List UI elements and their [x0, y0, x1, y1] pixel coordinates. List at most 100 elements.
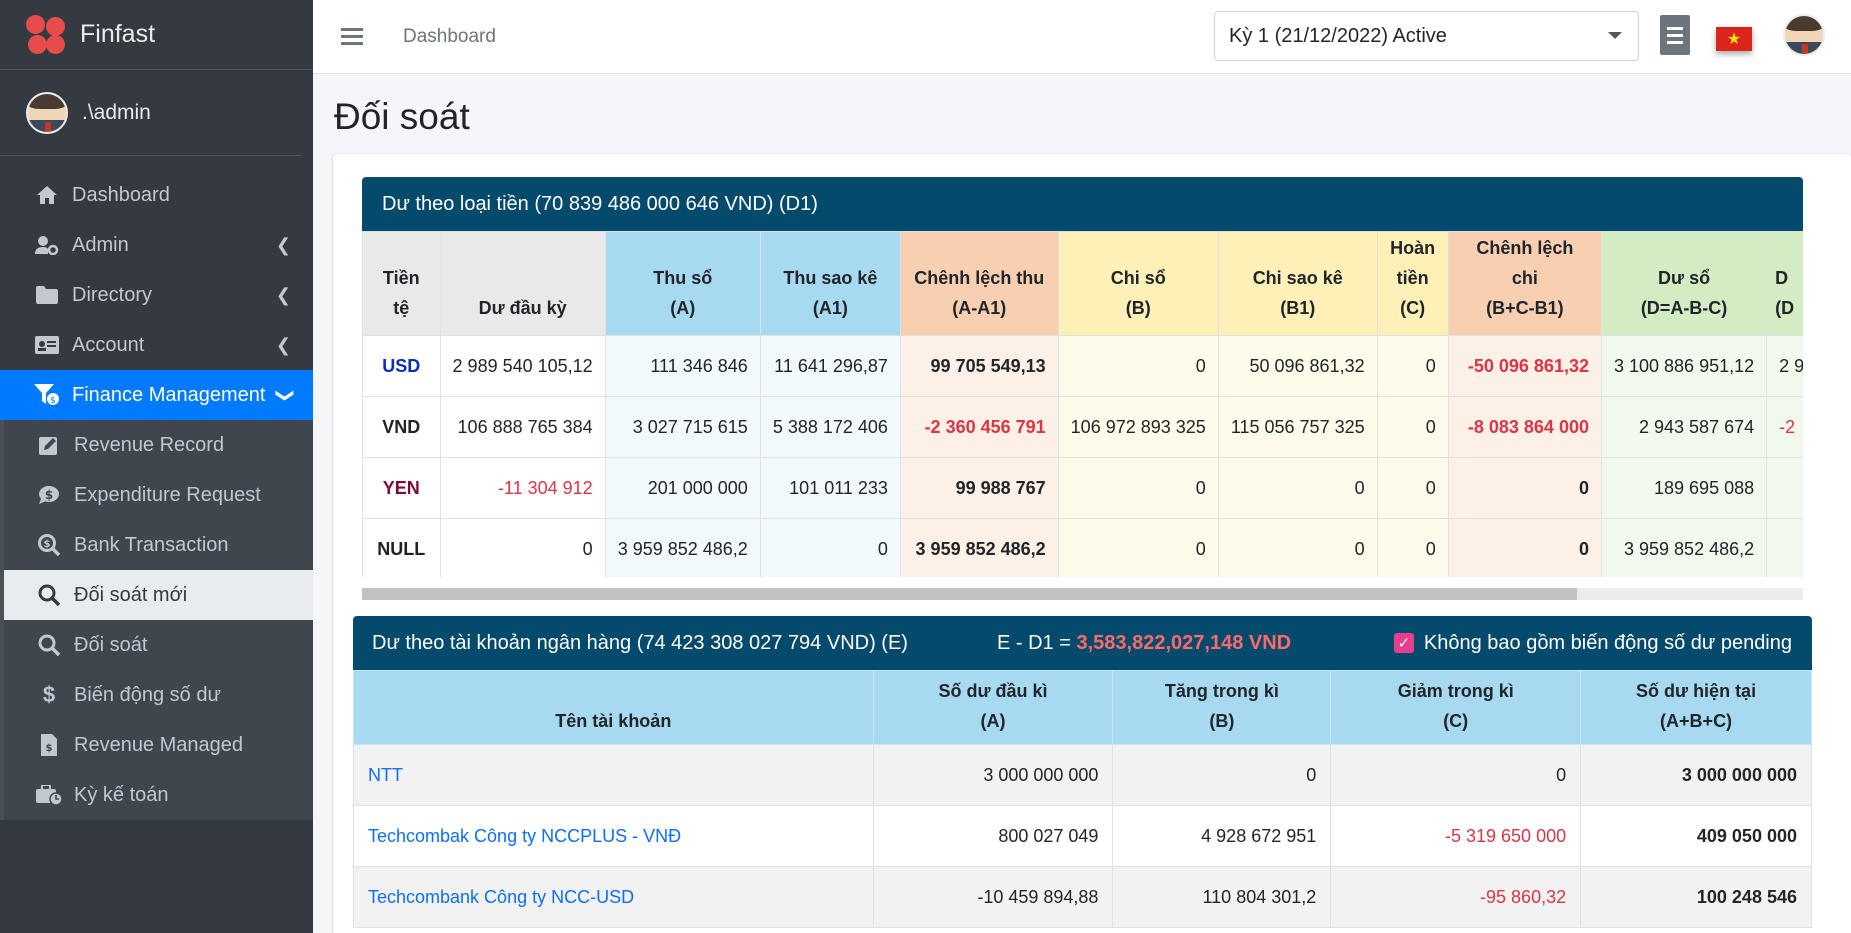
caret-down-icon — [1608, 32, 1622, 39]
col-header-hoan-tien: Hoàn tiền (C) — [1376, 231, 1449, 336]
currency-row-null: NULL 0 3 959 852 486,2 0 3 959 852 486,2… — [362, 518, 1803, 577]
dollar-icon: $ — [42, 682, 56, 707]
cell-chi-so: 106 972 893 325 — [1057, 396, 1219, 458]
sidebar-item-doi-soat-moi[interactable]: Đối soát mới — [4, 570, 313, 620]
svg-text:$: $ — [46, 743, 53, 754]
cell-opening: 106 888 765 384 — [439, 396, 606, 458]
currency-code: USD — [362, 335, 441, 397]
horizontal-scrollbar[interactable] — [362, 588, 1803, 600]
account-link[interactable]: Techcombak Công ty NCCPLUS - VNĐ — [353, 805, 874, 867]
cell-chenh-lech-chi: -50 096 861,32 — [1447, 335, 1602, 397]
bank-table-header-row: Tên tài khoản Số dư đầu kì (A) Tăng trong… — [353, 670, 1812, 745]
bank-panel-title: Dư theo tài khoản ngân hàng (74 423 308 … — [372, 631, 908, 654]
edit-icon — [36, 434, 62, 456]
breadcrumb[interactable]: Dashboard — [403, 26, 496, 48]
sidebar-item-admin[interactable]: Admin ❮ — [0, 220, 313, 270]
sidebar-item-dashboard[interactable]: Dashboard — [0, 170, 313, 220]
cell-decrease: 0 — [1330, 744, 1582, 806]
sidebar-item-doi-soat[interactable]: Đối soát — [4, 620, 313, 670]
cell-opening: 0 — [439, 518, 606, 577]
cell-decrease: -5 319 650 000 — [1330, 805, 1582, 867]
cell-current-balance: 100 248 546 — [1580, 866, 1812, 928]
cell-chenh-lech-thu: 99 988 767 — [899, 457, 1059, 519]
folder-icon — [34, 284, 60, 306]
bank-balance-panel: Dư theo tài khoản ngân hàng (74 423 308 … — [353, 616, 1812, 928]
cell-increase: 110 804 301,2 — [1112, 866, 1332, 928]
sidebar-item-revenue-record[interactable]: Revenue Record — [4, 420, 313, 470]
currency-row-yen: YEN -11 304 912 201 000 000 101 011 233 … — [362, 457, 1803, 519]
menu-toggle-icon[interactable] — [341, 24, 363, 49]
sidebar-item-expenditure-request[interactable]: $ Expenditure Request — [4, 470, 313, 520]
cell-chenh-lech-chi: 0 — [1447, 457, 1602, 519]
comment-dollar-icon: $ — [36, 484, 62, 506]
cell-chenh-lech-chi: 0 — [1447, 518, 1602, 577]
cell-du-partial: -2 — [1766, 396, 1803, 458]
currency-row-usd: USD 2 989 540 105,12 111 346 846 11 641 … — [362, 335, 1803, 397]
account-link[interactable]: NTT — [353, 744, 874, 806]
sidebar-nav: Dashboard Admin ❮ Directory ❮ Account ❮ — [0, 170, 313, 820]
cell-thu-sao-ke: 11 641 296,87 — [759, 335, 901, 397]
id-card-icon — [34, 334, 60, 356]
cell-thu-so: 3 959 852 486,2 — [604, 518, 761, 577]
col-header-chenh-lech-chi: Chênh lệch chi (B+C-B1) — [1447, 231, 1602, 336]
search-icon — [36, 634, 62, 656]
bank-row: Techcombak Công ty NCCPLUS - VNĐ 800 027… — [353, 805, 1812, 867]
cell-opening: 2 989 540 105,12 — [439, 335, 606, 397]
cell-current-balance: 3 000 000 000 — [1580, 744, 1812, 806]
col-header-decrease: Giảm trong kì (C) — [1330, 670, 1582, 745]
bank-table: Tên tài khoản Số dư đầu kì (A) Tăng trong… — [353, 670, 1812, 928]
search-icon — [36, 584, 62, 606]
sidebar-item-label: Expenditure Request — [74, 483, 261, 506]
document-icon[interactable] — [1660, 15, 1690, 55]
topbar-user-avatar[interactable] — [1783, 14, 1825, 56]
checkbox-checked-icon[interactable]: ✓ — [1393, 633, 1414, 653]
cell-opening-balance: -10 459 894,88 — [872, 866, 1114, 928]
sidebar-item-finance-management[interactable]: $ Finance Management ❮ — [0, 370, 313, 420]
home-icon — [34, 184, 60, 206]
col-header-account-name: Tên tài khoản — [353, 670, 874, 745]
chevron-left-icon: ❮ — [275, 284, 291, 305]
sidebar-item-ky-ke-toan[interactable]: Kỳ kế toán — [4, 770, 313, 820]
cell-hoan-tien: 0 — [1376, 396, 1449, 458]
sidebar-item-bank-transaction[interactable]: $ Bank Transaction — [4, 520, 313, 570]
cell-increase: 4 928 672 951 — [1112, 805, 1332, 867]
finance-submenu: Revenue Record $ Expenditure Request $ B… — [0, 420, 313, 820]
exclude-pending-label: Không bao gồm biến động số dư pending — [1423, 631, 1792, 654]
account-link[interactable]: Techcombank Công ty NCC-USD — [353, 866, 874, 928]
col-header-increase: Tăng trong kì (B) — [1112, 670, 1332, 745]
cell-hoan-tien: 0 — [1376, 518, 1449, 577]
content-card: Dư theo loại tiền (70 839 486 000 646 VN… — [333, 154, 1851, 933]
period-select[interactable]: Kỳ 1 (21/12/2022) Active — [1214, 11, 1639, 61]
bank-row: Techcombank Công ty NCC-USD -10 459 894,… — [353, 866, 1812, 928]
sidebar-item-bien-dong-so-du[interactable]: $ Biến động số dư — [4, 670, 313, 720]
cell-chenh-lech-thu: 3 959 852 486,2 — [899, 518, 1059, 577]
currency-balance-panel: Dư theo loại tiền (70 839 486 000 646 VN… — [362, 177, 1803, 577]
sidebar-item-label: Revenue Managed — [74, 733, 244, 756]
cell-chi-so: 0 — [1057, 335, 1219, 397]
currency-row-vnd: VND 106 888 765 384 3 027 715 615 5 388 … — [362, 396, 1803, 458]
brand[interactable]: Finfast — [0, 0, 313, 70]
sidebar-item-account[interactable]: Account ❮ — [0, 320, 313, 370]
col-header-du-so: Dư sổ (D=A-B-C) — [1600, 231, 1768, 336]
cell-decrease: -95 860,32 — [1330, 866, 1582, 928]
scrollbar-thumb[interactable] — [362, 588, 1577, 600]
col-header-chenh-lech-thu: Chênh lệch thu (A-A1) — [899, 231, 1059, 336]
cell-increase: 0 — [1112, 744, 1332, 806]
sidebar-item-directory[interactable]: Directory ❮ — [0, 270, 313, 320]
brand-name: Finfast — [80, 20, 156, 48]
exclude-pending-checkbox[interactable]: ✓ Không bao gồm biến động số dư pending — [1393, 631, 1792, 655]
cell-opening-balance: 800 027 049 — [872, 805, 1114, 867]
sidebar-item-revenue-managed[interactable]: $ Revenue Managed — [4, 720, 313, 770]
currency-panel-header: Dư theo loại tiền (70 839 486 000 646 VN… — [362, 177, 1803, 231]
vietnam-flag-icon[interactable]: ★ — [1716, 27, 1752, 51]
col-header-thu-sao-ke: Thu sao kê (A1) — [759, 231, 901, 336]
cell-chi-so: 0 — [1057, 518, 1219, 577]
cell-du-partial — [1766, 457, 1803, 519]
user-panel[interactable]: .\admin — [0, 70, 301, 156]
user-name: .\admin — [82, 100, 151, 124]
cell-du-partial — [1766, 518, 1803, 577]
cell-current-balance: 409 050 000 — [1580, 805, 1812, 867]
cell-chi-sao-ke: 0 — [1217, 457, 1378, 519]
cell-thu-so: 111 346 846 — [604, 335, 761, 397]
cell-thu-sao-ke: 0 — [759, 518, 901, 577]
